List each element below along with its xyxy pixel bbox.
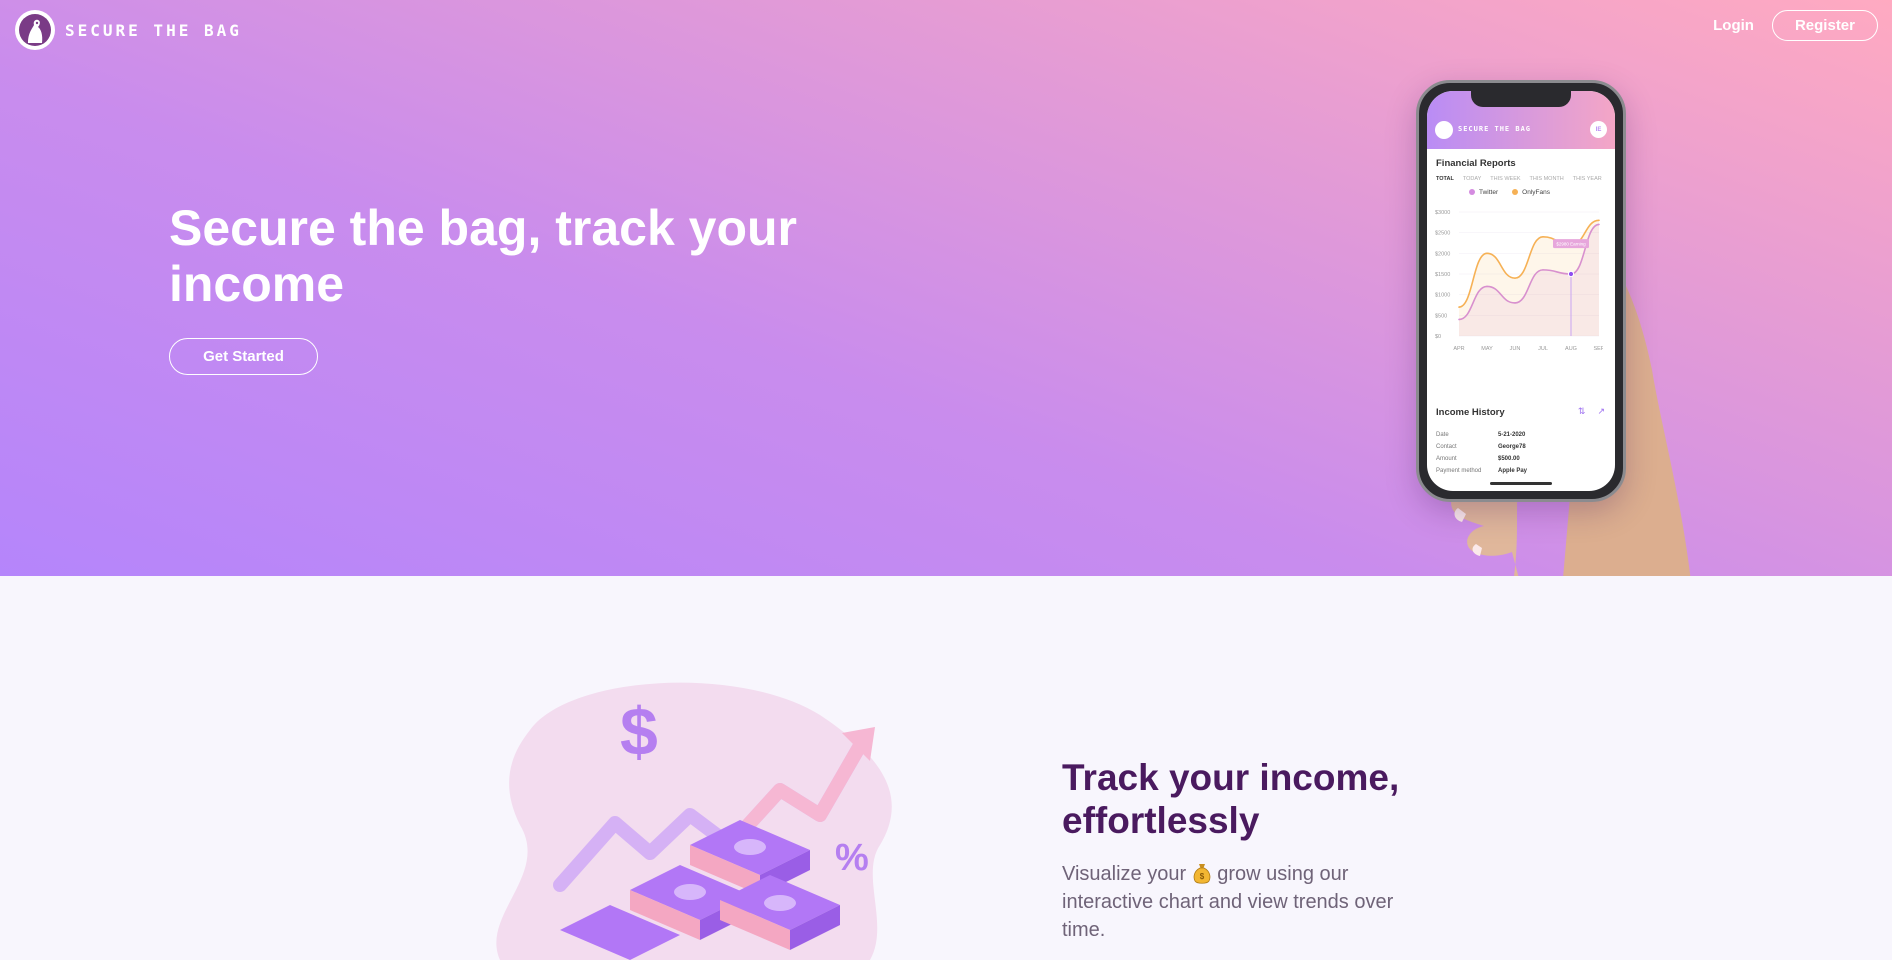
app-logo-icon	[1435, 121, 1453, 139]
export-icon[interactable]: ↗	[1597, 406, 1605, 417]
legend-twitter-label: Twitter	[1479, 189, 1499, 196]
highlight-point	[1567, 270, 1575, 278]
y-tick-label: $2000	[1435, 251, 1450, 257]
x-tick-label: AUG	[1565, 346, 1577, 352]
sort-icon[interactable]: ⇅	[1578, 406, 1586, 417]
data-point	[1486, 252, 1488, 255]
legend-twitter: Twitter	[1469, 189, 1498, 196]
svg-text:%: %	[835, 837, 869, 879]
history-label: Payment method	[1436, 468, 1482, 474]
income-line-chart[interactable]: $3000 $2500 $2000 $1500 $1000 $500 $0 APR MAY JUN…	[1433, 204, 1603, 354]
legend-onlyfans: OnlyFans	[1512, 189, 1550, 196]
phone-notch	[1471, 91, 1571, 107]
feature-description: Visualize your $ grow using our interact…	[1062, 860, 1422, 944]
income-history-title: Income History	[1436, 407, 1505, 418]
y-tick-label: $1500	[1435, 272, 1450, 278]
y-tick-label: $2500	[1435, 231, 1450, 237]
history-row-contact: Contact George78	[1436, 444, 1606, 450]
phone-screen: SECURE THE BAG IE Financial Reports TOTA…	[1427, 91, 1615, 491]
history-row-date: Date 5-21-2020	[1436, 432, 1606, 438]
x-tick-label: SEP	[1593, 346, 1603, 352]
money-bag-icon: $	[1193, 864, 1211, 884]
legend-onlyfans-label: OnlyFans	[1522, 189, 1550, 196]
history-label: Contact	[1436, 444, 1457, 450]
logo-icon	[15, 10, 55, 50]
login-link[interactable]: Login	[1713, 17, 1754, 34]
y-tick-label: $1000	[1435, 293, 1450, 299]
tooltip-label: $2980 Earning	[1556, 242, 1586, 247]
history-value: Apple Pay	[1498, 468, 1528, 474]
history-actions: ⇅ ↗	[1578, 406, 1605, 417]
app-avatar: IE	[1590, 121, 1607, 138]
feature-title: Track your income, effortlessly	[1062, 757, 1400, 841]
data-point	[1458, 306, 1460, 308]
svg-text:$: $	[620, 694, 658, 770]
x-tick-label: APR	[1453, 346, 1464, 352]
register-button[interactable]: Register	[1771, 10, 1878, 41]
series-area-onlyfans	[1459, 220, 1599, 336]
x-tick-label: JUN	[1510, 346, 1521, 352]
tab-this-month[interactable]: THIS MONTH	[1530, 176, 1564, 182]
data-point	[1514, 277, 1516, 279]
history-label: Date	[1436, 432, 1449, 438]
tab-this-week[interactable]: THIS WEEK	[1490, 176, 1520, 182]
history-row-payment: Payment method Apple Pay	[1436, 468, 1606, 474]
history-value: 5-21-2020	[1498, 432, 1526, 438]
data-point	[1542, 236, 1544, 238]
svg-text:$: $	[1199, 872, 1204, 881]
phone-mockup: SECURE THE BAG IE Financial Reports TOTA…	[1416, 80, 1626, 502]
history-value: $500.00	[1498, 456, 1520, 462]
y-tick-label: $0	[1435, 334, 1441, 340]
legend-twitter-dot	[1469, 189, 1475, 196]
x-tick-label: MAY	[1481, 346, 1493, 352]
history-row-amount: Amount $500.00	[1436, 456, 1606, 462]
tab-total[interactable]: TOTAL	[1436, 176, 1454, 182]
y-tick-label: $500	[1435, 313, 1447, 319]
history-value: George78	[1498, 444, 1526, 450]
history-label: Amount	[1436, 456, 1457, 462]
tab-today[interactable]: TODAY	[1463, 176, 1481, 182]
brand-logo-link[interactable]: SECURE THE BAG	[15, 10, 242, 50]
hero-title: Secure the bag, track your income	[169, 200, 798, 312]
chart-legend: Twitter OnlyFans	[1469, 189, 1550, 196]
home-indicator	[1490, 482, 1552, 485]
report-tabs: TOTAL TODAY THIS WEEK THIS MONTH THIS YE…	[1436, 176, 1602, 182]
hero-section: SECURE THE BAG Login Register Secure the…	[0, 0, 1892, 576]
brand-name: SECURE THE BAG	[65, 20, 242, 40]
x-tick-label: JUL	[1538, 346, 1548, 352]
feature-text-start: Visualize your	[1062, 863, 1187, 885]
nav-actions: Login Register	[1713, 10, 1878, 41]
financial-reports-title: Financial Reports	[1436, 158, 1516, 169]
legend-onlyfans-dot	[1512, 189, 1519, 196]
y-tick-label: $3000	[1435, 210, 1450, 216]
get-started-button[interactable]: Get Started	[169, 338, 318, 375]
money-growth-illustration: $ %	[496, 682, 892, 960]
tab-this-year[interactable]: THIS YEAR	[1573, 176, 1602, 182]
data-point	[1598, 219, 1600, 222]
app-brand: SECURE THE BAG	[1458, 125, 1532, 133]
